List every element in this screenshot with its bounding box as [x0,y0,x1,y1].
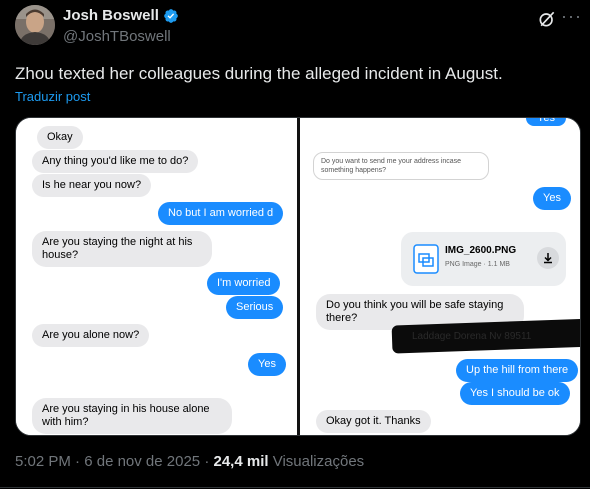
download-icon [544,253,552,264]
tweet-text: Zhou texted her colleagues during the al… [15,64,503,83]
message-bubble: Yes [533,187,571,210]
more-icon[interactable]: ··· [561,6,582,27]
author-name[interactable]: Josh Boswell [63,7,159,24]
message-bubble: Any thing you'd like me to do? [32,150,199,173]
file-name: IMG_2600.PNG [445,245,517,256]
message-bubble: Okay got it. Thanks [316,410,431,433]
tweet-date[interactable]: 6 de nov de 2025 [84,453,200,470]
tweet-time[interactable]: 5:02 PM [15,453,71,470]
message-bubble: Are you alone now? [32,324,150,347]
tweet-media[interactable]: Okay Any thing you'd like me to do? Is h… [15,117,581,436]
views-count[interactable]: 24,4 mil [214,453,269,470]
left-screenshot[interactable]: Okay Any thing you'd like me to do? Is h… [16,118,297,435]
message-bubble: Yes I should be ok [460,382,570,405]
translate-link[interactable]: Traduzir post [15,89,90,104]
file-meta: PNG Image · 1.1 MB [445,261,510,268]
message-bubble: No but I am worried d [158,202,284,225]
message-bubble: Is he near you now? [32,174,152,197]
meta-dot: · [204,453,214,470]
author-handle[interactable]: @JoshTBoswell [63,28,171,45]
message-bubble: Are you staying the night at his house? [32,231,212,267]
right-screenshot[interactable]: Yes Do you want to send me your address … [300,118,580,435]
message-bubble: Okay [37,126,83,149]
message-bubble: Yes [526,118,566,126]
file-attachment[interactable]: IMG_2600.PNG PNG Image · 1.1 MB [401,232,566,286]
verified-badge-icon [164,9,178,23]
meta-dot: · [75,453,85,470]
message-bubble: Serious [226,296,284,319]
redacted-text: Laddage Dorena Nv 89511 [412,331,532,342]
message-bubble: I'm worried [207,272,281,295]
file-image-icon [413,244,439,274]
views-label: Visualizações [272,453,365,470]
download-button[interactable] [537,247,559,269]
system-message: Do you want to send me your address inca… [313,152,489,180]
message-bubble: Yes [248,353,286,376]
divider-line [0,487,590,488]
tweet-header: Josh Boswell @JoshTBoswell ··· [0,0,590,56]
avatar[interactable] [15,5,55,45]
message-bubble: Up the hill from there [456,359,579,382]
message-bubble: Are you staying in his house alone with … [32,398,232,434]
tweet-meta: 5:02 PM · 6 de nov de 2025 · 24,4 mil Vi… [15,453,364,470]
grok-icon[interactable] [537,9,557,29]
